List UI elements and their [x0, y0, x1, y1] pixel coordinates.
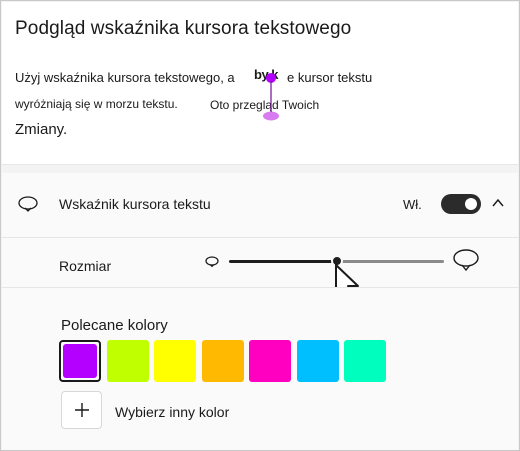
- preview-text-line-2: wyróżniają się w morzu tekstu.: [15, 97, 178, 111]
- color-swatch-fill: [106, 340, 149, 382]
- settings-panel: Podgląd wskaźnika kursora tekstowego Uży…: [0, 0, 520, 451]
- preview-text-line-1-left: Użyj wskaźnika kursora tekstowego, a: [15, 70, 235, 85]
- text-cursor-indicator-icon: [263, 73, 279, 121]
- color-swatch-fill: [296, 340, 339, 382]
- color-swatch-5[interactable]: [249, 340, 291, 382]
- plus-icon: [74, 403, 89, 417]
- color-swatch-3[interactable]: [154, 340, 196, 382]
- preview-text-line-1-right: e kursor tekstu: [287, 70, 373, 85]
- color-swatch-fill: [249, 340, 291, 382]
- color-swatch-1[interactable]: [59, 340, 101, 382]
- color-swatch-fill: [63, 344, 97, 378]
- size-label: Rozmiar: [59, 258, 112, 274]
- color-swatch-7[interactable]: [344, 340, 386, 382]
- toggle-state-label: Wł.: [403, 197, 422, 212]
- color-swatch-fill: [201, 340, 244, 382]
- small-size-icon: [205, 256, 219, 268]
- color-swatch-6[interactable]: [296, 340, 339, 382]
- color-swatch-4[interactable]: [201, 340, 244, 382]
- page-title: Podgląd wskaźnika kursora tekstowego: [15, 18, 352, 39]
- cursor-indicator-icon: [18, 196, 38, 212]
- color-swatch-fill: [154, 340, 196, 382]
- color-swatch-fill: [344, 340, 386, 382]
- add-color-button[interactable]: [61, 391, 102, 429]
- size-slider-filled-track[interactable]: [229, 260, 337, 263]
- add-color-label[interactable]: Wybierz inny kolor: [115, 404, 229, 420]
- toggle-knob: [465, 198, 477, 210]
- indicator-label: Wskaźnik kursora tekstu: [59, 196, 211, 212]
- color-swatch-2[interactable]: [106, 340, 149, 382]
- large-size-icon: [453, 249, 479, 272]
- indicator-toggle[interactable]: [441, 194, 481, 214]
- colors-heading: Polecane kolory: [61, 317, 168, 334]
- preview-text-line-3: Zmiany.: [15, 121, 68, 138]
- chevron-up-icon[interactable]: [491, 197, 505, 209]
